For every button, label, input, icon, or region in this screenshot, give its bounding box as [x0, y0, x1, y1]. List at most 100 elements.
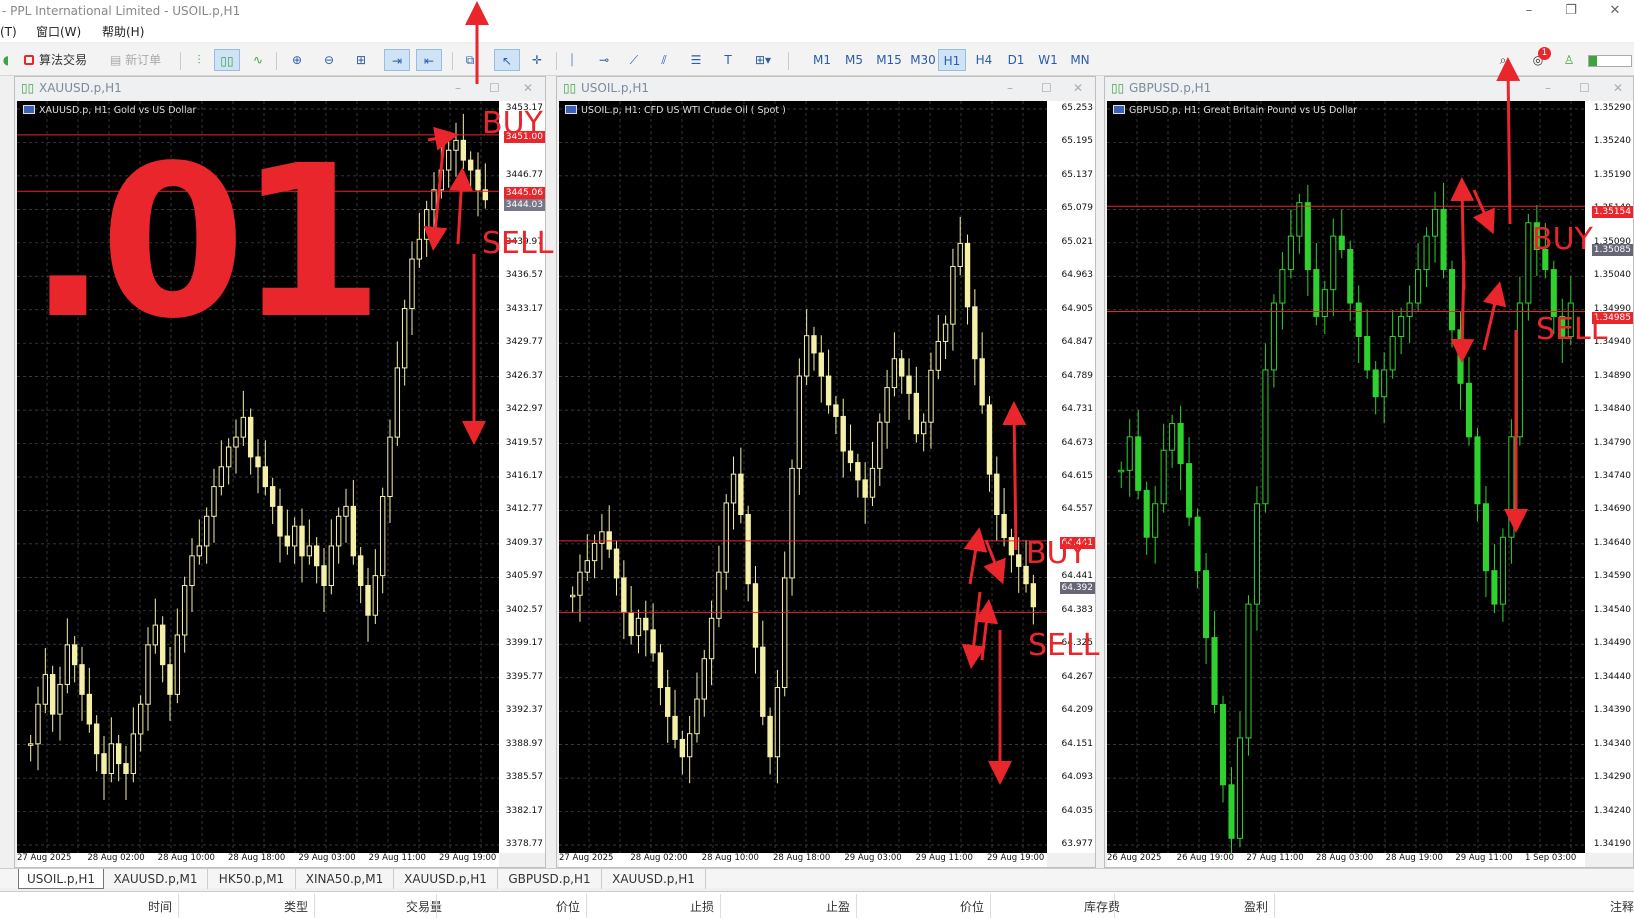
- window-title: - PPL International Limited - USOIL.p,H1: [2, 4, 241, 18]
- chart-close-button[interactable]: ✕: [1073, 77, 1083, 99]
- minimize-button[interactable]: –: [1512, 0, 1546, 22]
- price-tick-label: 65.079: [1061, 203, 1094, 214]
- timeframe-m15[interactable]: M15: [872, 49, 906, 71]
- chart-close-button[interactable]: ✕: [1613, 77, 1623, 99]
- price-axis[interactable]: 1.352901.352401.351901.351401.350901.350…: [1585, 101, 1633, 853]
- candle-body: [906, 375, 912, 394]
- candle-body: [577, 571, 583, 596]
- candle-body: [869, 467, 876, 498]
- candle-body: [365, 585, 371, 616]
- time-tick-label: 28 Aug 10:00: [701, 853, 759, 863]
- timeframe-m5[interactable]: M5: [840, 49, 868, 71]
- time-axis[interactable]: 27 Aug 2025 28 Aug 02:00 28 Aug 10:00 28 Au…: [559, 853, 1047, 867]
- candle-body: [167, 664, 173, 695]
- chart-tab[interactable]: XAUUSD.p,M1: [104, 869, 208, 889]
- price-axis[interactable]: 3453.173450.173446.773443.373439.973436.…: [499, 101, 545, 853]
- candlestick-chart-icon[interactable]: ▯▯: [214, 49, 240, 71]
- chart-shift-icon[interactable]: ⇤: [416, 49, 442, 71]
- trendline-icon[interactable]: ⟋: [624, 49, 644, 71]
- shapes-dropdown-icon[interactable]: ⊞▾: [748, 49, 778, 71]
- algo-trading-button[interactable]: 算法交易: [24, 49, 98, 71]
- zoom-out-icon[interactable]: ⊖: [318, 49, 340, 71]
- column-header[interactable]: 止损: [690, 898, 714, 915]
- zoom-in-icon[interactable]: ⊕: [286, 49, 308, 71]
- timeframe-h1[interactable]: H1: [938, 49, 966, 71]
- text-tool-icon[interactable]: T: [718, 49, 738, 71]
- screenshot-icon[interactable]: ⧉: [460, 49, 480, 71]
- menu-item-tools[interactable]: (T): [0, 22, 17, 42]
- crosshair-icon[interactable]: ✛: [526, 49, 548, 71]
- timeframe-m30[interactable]: M30: [906, 49, 940, 71]
- notifications-icon[interactable]: ◎ 1: [1524, 47, 1552, 71]
- price-tick-label: 64.383: [1061, 604, 1094, 615]
- candle-body: [803, 335, 810, 377]
- line-chart-icon[interactable]: ∿: [246, 49, 270, 71]
- chart-window-titlebar[interactable]: ▯▯ USOIL.p,H1 – ☐ ✕: [557, 77, 1095, 99]
- column-header[interactable]: 注释: [1610, 898, 1634, 915]
- chart-window-title: GBPUSD.p,H1: [1129, 81, 1212, 95]
- candle-body: [942, 323, 949, 342]
- candle-body: [723, 502, 729, 573]
- timeframe-m1[interactable]: M1: [808, 49, 836, 71]
- channel-icon[interactable]: ⫽: [654, 49, 674, 71]
- chart-tab[interactable]: XAUUSD.p,H1: [602, 869, 706, 889]
- column-header[interactable]: 时间: [148, 898, 172, 915]
- close-button[interactable]: ✕: [1598, 0, 1632, 22]
- candle-body: [1008, 537, 1015, 556]
- candle-body: [1347, 249, 1354, 304]
- restore-button[interactable]: ❐: [1554, 0, 1588, 22]
- candle-body: [145, 644, 151, 705]
- timeframe-mn[interactable]: MN: [1066, 49, 1094, 71]
- chart-window-titlebar[interactable]: ▯▯ XAUUSD.p,H1 – ☐ ✕: [15, 77, 545, 99]
- chart-window-gbpusd[interactable]: ▯▯ GBPUSD.p,H1 – ☐ ✕ GBPUSD.p, H1: Great…: [1104, 76, 1634, 868]
- cursor-icon[interactable]: ↖: [494, 49, 520, 71]
- chart-plot-area[interactable]: USOIL.p, H1: CFD US WTI Crude Oil ( Spot…: [559, 101, 1047, 853]
- price-tick-label: 1.34490: [1593, 638, 1631, 649]
- fibonacci-icon[interactable]: ☰: [686, 49, 706, 71]
- account-icon[interactable]: ♙: [1560, 49, 1578, 71]
- candle-body: [672, 715, 678, 740]
- candle-body: [1211, 637, 1218, 705]
- chart-tab[interactable]: USOIL.p,H1: [18, 869, 104, 889]
- chart-tab[interactable]: GBPUSD.p,H1: [498, 869, 602, 889]
- column-header[interactable]: 价位: [960, 898, 984, 915]
- tile-windows-icon[interactable]: ⊞: [350, 49, 372, 71]
- vertical-line-icon[interactable]: ⏐: [562, 49, 582, 71]
- menu-item-window[interactable]: 窗口(W): [36, 22, 81, 42]
- candle-body: [71, 644, 78, 666]
- candle-body: [1313, 269, 1320, 317]
- search-icon[interactable]: ⌕: [1494, 49, 1512, 71]
- price-tick-label: 1.34190: [1593, 839, 1631, 849]
- column-header[interactable]: 盈利: [1244, 898, 1268, 915]
- menu-item-help[interactable]: 帮助(H): [102, 22, 144, 42]
- column-header[interactable]: 类型: [284, 898, 308, 915]
- chart-maximize-button[interactable]: ☐: [489, 77, 500, 99]
- chart-minimize-button[interactable]: –: [455, 77, 461, 99]
- chart-window-titlebar[interactable]: ▯▯ GBPUSD.p,H1 – ☐ ✕: [1105, 77, 1633, 99]
- timeframe-d1[interactable]: D1: [1002, 49, 1030, 71]
- chart-window-usoil[interactable]: ▯▯ USOIL.p,H1 – ☐ ✕ USOIL.p, H1: CFD US …: [556, 76, 1096, 868]
- chart-close-button[interactable]: ✕: [523, 77, 533, 99]
- chart-minimize-button[interactable]: –: [1007, 77, 1013, 99]
- chart-plot-area[interactable]: GBPUSD.p, H1: Great Britain Pound vs US …: [1107, 101, 1585, 853]
- chart-tab[interactable]: HK50.p,M1: [208, 869, 296, 889]
- chart-maximize-button[interactable]: ☐: [1041, 77, 1052, 99]
- bar-chart-icon[interactable]: ⫶: [188, 49, 210, 71]
- chart-minimize-button[interactable]: –: [1545, 77, 1551, 99]
- timeframe-w1[interactable]: W1: [1034, 49, 1062, 71]
- horizontal-line-icon[interactable]: ⊸: [594, 49, 614, 71]
- chart-tab[interactable]: XINA50.p,M1: [296, 869, 394, 889]
- timeframe-h4[interactable]: H4: [970, 49, 998, 71]
- new-order-button[interactable]: ▤ 新订单: [110, 49, 174, 71]
- time-axis[interactable]: 27 Aug 2025 28 Aug 02:00 28 Aug 10:00 28 Au…: [17, 853, 499, 867]
- column-divider: [1274, 894, 1275, 918]
- column-header[interactable]: 止盈: [826, 898, 850, 915]
- column-header[interactable]: 价位: [556, 898, 580, 915]
- time-axis[interactable]: 26 Aug 2025 26 Aug 19:00 27 Aug 11:00 28 Au…: [1107, 853, 1585, 867]
- chart-tab[interactable]: XAUUSD.p,H1: [394, 869, 498, 889]
- price-tag: 1.35154: [1591, 206, 1633, 219]
- auto-scroll-icon[interactable]: ⇥: [384, 49, 410, 71]
- time-tick-label: 29 Aug 11:00: [1455, 853, 1513, 863]
- chart-maximize-button[interactable]: ☐: [1579, 77, 1590, 99]
- price-axis[interactable]: 65.253 65.195 65.137 65.079 65.021 64.963 64.9…: [1047, 101, 1095, 853]
